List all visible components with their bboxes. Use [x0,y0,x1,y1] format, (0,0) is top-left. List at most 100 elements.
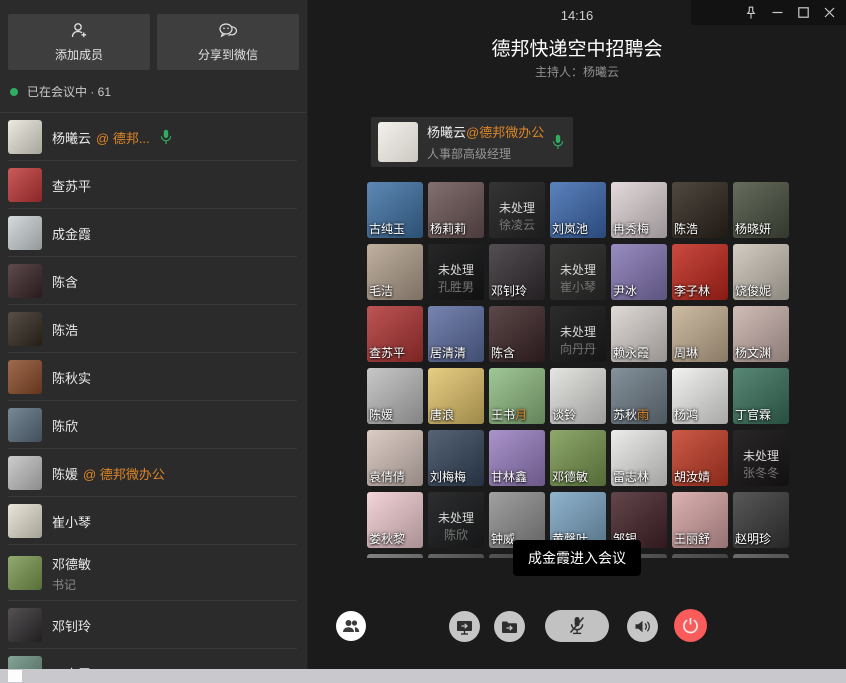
participant-list[interactable]: 杨曦云 @ 德邦... 查苏平 成金霞 [0,112,307,669]
grid-tile[interactable]: 居清清 [428,306,484,362]
grid-tile[interactable]: 邓钊玲 [489,244,545,300]
tile-name: 雷志林 [613,468,649,485]
grid-tile[interactable]: 刘岚池 [550,182,606,238]
participant-row[interactable]: 邓钊玲 [0,601,307,649]
participant-row[interactable]: 陈含 [0,257,307,305]
scrollbar-thumb[interactable] [8,670,22,682]
tile-name: 陈媛 [369,406,393,423]
grid-tile[interactable] [428,554,484,558]
tile-name: 丁官霖 [735,406,771,423]
microphone-muted-button[interactable] [545,610,609,642]
tile-name: 刘梅梅 [430,468,466,485]
grid-tile[interactable]: 尹冰 [611,244,667,300]
speaker-button[interactable] [627,611,658,642]
active-speaker-card[interactable]: 杨曦云@德邦微办公 人事部高级经理 [371,117,573,167]
grid-tile[interactable]: 古纯玉 [367,182,423,238]
tile-name: 周琳 [674,344,698,361]
tile-name: 杨莉莉 [430,220,466,237]
grid-tile[interactable]: 杨文渊 [733,306,789,362]
sidebar-actions: 添加成员 分享到微信 [0,0,307,70]
grid-tile[interactable]: 杨莉莉 [428,182,484,238]
meeting-time: 14:16 [308,8,846,23]
grid-tile[interactable]: 未处理 徐凌云 [489,182,545,238]
grid-tile[interactable]: 甘林鑫 [489,430,545,486]
grid-tile[interactable]: 饶俊妮 [733,244,789,300]
online-status-dot [10,88,18,96]
grid-tile[interactable]: 邓德敏 [550,430,606,486]
participant-row[interactable]: 陈欣 [0,401,307,449]
participants-button[interactable] [336,611,366,641]
grid-tile[interactable]: 未处理 陈欣 [428,492,484,548]
share-file-button[interactable] [494,611,525,642]
tile-name: 唐浪 [430,406,454,423]
tile-name: 陈浩 [674,220,698,237]
grid-tile[interactable]: 未处理 孔胜男 [428,244,484,300]
participants-sidebar: 添加成员 分享到微信 已在会议中 · 61 杨曦云 @ 德邦... [0,0,308,669]
participant-row[interactable]: 邓德敏 书记 [0,545,307,601]
meeting-main-area: 14:16 德邦快递空中招聘会 主持人：杨曦云 杨曦云@德邦微办公 人事部高级经… [308,0,846,669]
participant-row[interactable]: 丁官霖 [0,649,307,669]
participant-name: 成金霞 [52,224,91,243]
grid-tile[interactable]: 周琳 [672,306,728,362]
grid-tile[interactable]: 胡汝婧 [672,430,728,486]
share-file-icon [501,620,518,634]
grid-tile[interactable]: 查苏平 [367,306,423,362]
tile-name: 孔胜男 [428,278,484,295]
mic-on-icon [552,134,564,150]
grid-tile[interactable]: 雷志林 [611,430,667,486]
grid-tile[interactable]: 谈铃 [550,368,606,424]
tile-name: 胡汝婧 [674,468,710,485]
grid-tile[interactable]: 赖永霞 [611,306,667,362]
grid-tile[interactable]: 陈媛 [367,368,423,424]
grid-tile[interactable]: 刘梅梅 [428,430,484,486]
tile-name: 崔小琴 [550,278,606,295]
tile-avatar [428,554,484,558]
grid-tile[interactable]: 未处理 崔小琴 [550,244,606,300]
tile-name: 毛洁 [369,282,393,299]
grid-tile[interactable]: 未处理 向丹丹 [550,306,606,362]
end-meeting-button[interactable] [674,609,707,642]
grid-tile[interactable]: 丁官霖 [733,368,789,424]
share-to-wechat-button[interactable]: 分享到微信 [157,14,299,70]
meeting-status: 已在会议中 · 61 [0,70,307,96]
horizontal-scrollbar[interactable] [0,669,846,683]
participant-row[interactable]: 成金霞 [0,209,307,257]
participant-avatar [8,608,42,642]
grid-tile[interactable]: 陈含 [489,306,545,362]
grid-tile[interactable]: 陈浩 [672,182,728,238]
speaker-avatar [378,122,418,162]
grid-tile[interactable]: 李子林 [672,244,728,300]
tile-name: 甘林鑫 [491,468,527,485]
participant-row[interactable]: 陈浩 [0,305,307,353]
person-add-icon [70,22,88,39]
add-member-button[interactable]: 添加成员 [8,14,150,70]
tile-avatar [733,554,789,558]
grid-tile[interactable]: 袁倩倩 [367,430,423,486]
participant-row[interactable]: 陈媛 @ 德邦微办公 [0,449,307,497]
participant-row[interactable]: 陈秋实 [0,353,307,401]
grid-tile[interactable]: 王丽舒 [672,492,728,548]
grid-tile[interactable]: 唐浪 [428,368,484,424]
grid-tile[interactable] [367,554,423,558]
grid-tile[interactable] [672,554,728,558]
speaker-job-title: 人事部高级经理 [427,145,544,162]
participant-row[interactable]: 查苏平 [0,161,307,209]
pending-label: 未处理 [550,261,606,278]
grid-tile[interactable]: 王书月 [489,368,545,424]
power-icon [682,617,699,634]
share-screen-button[interactable] [449,611,480,642]
grid-tile[interactable]: 杨晓妍 [733,182,789,238]
grid-tile[interactable] [733,554,789,558]
grid-tile[interactable]: 未处理 张冬冬 [733,430,789,486]
grid-tile[interactable]: 赵明珍 [733,492,789,548]
grid-tile[interactable]: 苏秋雨 [611,368,667,424]
grid-tile[interactable]: 冉秀梅 [611,182,667,238]
grid-tile[interactable]: 娄秋黎 [367,492,423,548]
participant-avatar [8,312,42,346]
grid-tile[interactable]: 杨鸿 [672,368,728,424]
participant-row[interactable]: 崔小琴 [0,497,307,545]
grid-tile[interactable]: 毛洁 [367,244,423,300]
participant-row[interactable]: 杨曦云 @ 德邦... [0,113,307,161]
participant-avatar [8,120,42,154]
participant-name: 查苏平 [52,176,91,195]
